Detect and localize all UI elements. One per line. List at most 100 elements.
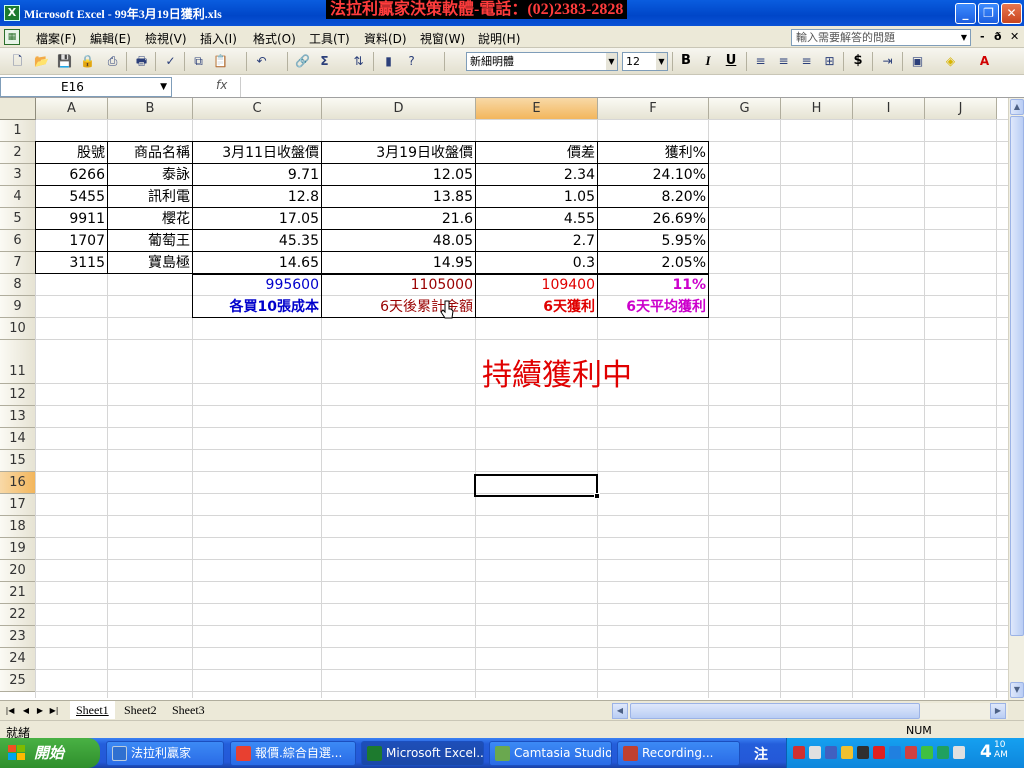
menu-tools[interactable]: 工具(T) <box>309 30 350 47</box>
sort-ascending-icon[interactable]: ⇅ <box>350 53 367 70</box>
row-header-12[interactable]: 12 <box>0 384 36 406</box>
column-header-c[interactable]: C <box>193 98 322 120</box>
table-cell[interactable]: 1.05 <box>476 187 597 208</box>
table-cell[interactable]: 6266 <box>36 165 107 186</box>
total-amount-value[interactable]: 1105000 <box>322 275 475 296</box>
tab-sheet3[interactable]: Sheet3 <box>166 701 211 719</box>
chevron-down-icon[interactable]: ▼ <box>606 53 617 70</box>
vertical-scroll-thumb[interactable] <box>1010 116 1024 636</box>
menu-format[interactable]: 格式(O) <box>253 30 296 47</box>
align-right-icon[interactable]: ≡ <box>798 53 815 70</box>
row-header-7[interactable]: 7 <box>0 252 36 274</box>
tray-icon[interactable] <box>937 746 949 759</box>
column-header-d[interactable]: D <box>322 98 476 120</box>
header-cell[interactable]: 獲利% <box>598 143 708 164</box>
table-cell[interactable]: 48.05 <box>322 231 475 252</box>
formula-input[interactable] <box>240 77 1024 97</box>
table-cell[interactable]: 4.55 <box>476 209 597 230</box>
column-header-i[interactable]: I <box>853 98 925 120</box>
active-cell-selection[interactable] <box>474 474 600 499</box>
table-cell[interactable]: 45.35 <box>193 231 321 252</box>
currency-button[interactable]: $ <box>850 53 866 68</box>
column-header-f[interactable]: F <box>598 98 709 120</box>
header-cell[interactable]: 股號 <box>36 143 107 164</box>
mdi-minimize-button[interactable]: - <box>980 30 985 43</box>
column-header-g[interactable]: G <box>709 98 781 120</box>
column-header-b[interactable]: B <box>108 98 193 120</box>
table-cell[interactable]: 17.05 <box>193 209 321 230</box>
help-question-input[interactable]: 輸入需要解答的問題 ▼ <box>791 29 971 46</box>
font-size-select[interactable]: 12 ▼ <box>622 52 668 71</box>
minimize-button[interactable]: _ <box>955 3 976 24</box>
chart-wizard-icon[interactable]: ▮ <box>380 53 397 70</box>
worksheet-grid[interactable]: ABCDEFGHIJ 1 2 3 4 5 6 7 8 9 10 11 12 13 14 15 16 17 18 19… <box>0 98 1010 698</box>
prev-sheet-icon[interactable]: ◀ <box>20 704 32 718</box>
row-header-3[interactable]: 3 <box>0 164 36 186</box>
tab-sheet1[interactable]: Sheet1 <box>70 701 115 719</box>
table-cell[interactable]: 9.71 <box>193 165 321 186</box>
row-header-2[interactable]: 2 <box>0 142 36 164</box>
row-header-20[interactable]: 20 <box>0 560 36 582</box>
first-sheet-icon[interactable]: |◀ <box>4 704 16 718</box>
fill-color-icon[interactable]: ◈ <box>942 53 959 70</box>
header-cell[interactable]: 3月11日收盤價 <box>193 143 321 164</box>
new-icon[interactable]: 🗋 <box>9 53 26 70</box>
autosum-icon[interactable]: Σ <box>316 53 333 70</box>
table-cell[interactable]: 2.05% <box>598 253 708 274</box>
table-cell[interactable]: 8.20% <box>598 187 708 208</box>
horizontal-scroll-thumb[interactable] <box>630 703 920 719</box>
task-camtasia[interactable]: Camtasia Studio... <box>489 741 612 766</box>
last-sheet-icon[interactable]: ▶| <box>48 704 60 718</box>
name-box[interactable]: E16 ▼ <box>0 77 172 97</box>
start-button[interactable]: 開始 <box>0 738 100 768</box>
indent-icon[interactable]: ⇥ <box>879 53 896 70</box>
row-header-23[interactable]: 23 <box>0 626 36 648</box>
vertical-scrollbar[interactable]: ▲ ▼ <box>1008 98 1024 702</box>
tray-icon[interactable] <box>905 746 917 759</box>
header-cell[interactable]: 3月19日收盤價 <box>322 143 475 164</box>
horizontal-scrollbar[interactable]: ◀ ▶ <box>612 703 1008 719</box>
task-quotes[interactable]: 報價.綜合自選... <box>230 741 356 766</box>
scroll-left-icon[interactable]: ◀ <box>612 703 628 719</box>
table-cell[interactable]: 5.95% <box>598 231 708 252</box>
menu-insert[interactable]: 插入(I) <box>200 30 237 47</box>
total-profit-value[interactable]: 109400 <box>476 275 597 296</box>
tray-icon[interactable] <box>873 746 885 759</box>
chevron-down-icon[interactable]: ▼ <box>958 30 970 45</box>
menu-help[interactable]: 說明(H) <box>478 30 520 47</box>
row-header-1[interactable]: 1 <box>0 120 36 142</box>
row-header-22[interactable]: 22 <box>0 604 36 626</box>
row-header-8[interactable]: 8 <box>0 274 36 296</box>
table-cell[interactable]: 寶島極 <box>108 253 192 274</box>
tray-icon[interactable] <box>889 746 901 759</box>
column-header-h[interactable]: H <box>781 98 853 120</box>
column-header-e[interactable]: E <box>476 98 598 120</box>
table-cell[interactable]: 12.05 <box>322 165 475 186</box>
row-header-4[interactable]: 4 <box>0 186 36 208</box>
select-all-corner[interactable] <box>0 98 36 120</box>
avg-profit-value[interactable]: 11% <box>598 275 708 296</box>
menu-data[interactable]: 資料(D) <box>364 30 407 47</box>
row-header-6[interactable]: 6 <box>0 230 36 252</box>
row-header-11[interactable]: 11 <box>0 340 36 384</box>
bold-button[interactable]: B <box>678 53 694 68</box>
row-header-15[interactable]: 15 <box>0 450 36 472</box>
scroll-down-icon[interactable]: ▼ <box>1010 682 1024 698</box>
italic-button[interactable]: I <box>700 53 716 69</box>
table-cell[interactable]: 2.34 <box>476 165 597 186</box>
mdi-restore-button[interactable]: ð <box>994 30 1002 43</box>
row-header-17[interactable]: 17 <box>0 494 36 516</box>
table-cell[interactable]: 26.69% <box>598 209 708 230</box>
mdi-close-button[interactable]: ✕ <box>1010 30 1019 43</box>
undo-icon[interactable]: ↶ <box>253 53 270 70</box>
avg-profit-label[interactable]: 6天平均獲利 <box>598 297 708 318</box>
font-name-select[interactable]: 新細明體 ▼ <box>466 52 618 71</box>
borders-icon[interactable]: ▣ <box>909 53 926 70</box>
row-header-21[interactable]: 21 <box>0 582 36 604</box>
table-cell[interactable]: 3115 <box>36 253 107 274</box>
help-icon[interactable]: ? <box>403 53 420 70</box>
excel-app-icon[interactable]: X <box>4 5 20 21</box>
table-cell[interactable]: 泰詠 <box>108 165 192 186</box>
save-icon[interactable]: 💾 <box>56 53 73 70</box>
merge-center-icon[interactable]: ⊞ <box>821 53 838 70</box>
